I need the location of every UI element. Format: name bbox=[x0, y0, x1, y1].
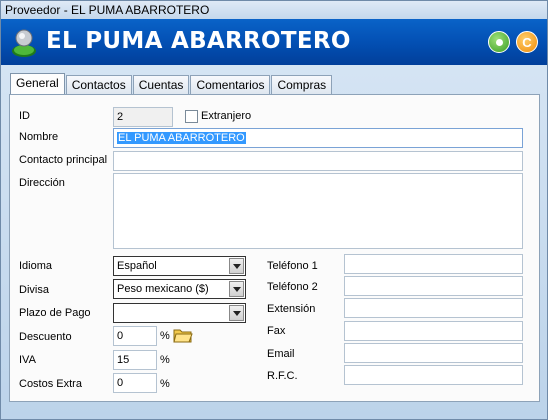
divisa-label: Divisa bbox=[19, 284, 49, 296]
window-title: Proveedor - EL PUMA ABARROTERO bbox=[5, 3, 210, 17]
chevron-down-icon[interactable] bbox=[229, 258, 244, 274]
divisa-select[interactable]: Peso mexicano ($) bbox=[113, 279, 246, 299]
title-bar[interactable]: Proveedor - EL PUMA ABARROTERO bbox=[1, 1, 547, 19]
direccion-label: Dirección bbox=[19, 177, 65, 189]
tab-cuentas[interactable]: Cuentas bbox=[132, 75, 190, 95]
green-circle-icon[interactable] bbox=[488, 31, 510, 53]
supplier-window: Proveedor - EL PUMA ABARROTERO EL PUMA A… bbox=[0, 0, 548, 420]
extension-label: Extensión bbox=[267, 303, 316, 315]
costos-label: Costos Extra bbox=[19, 378, 82, 390]
plazo-select[interactable] bbox=[113, 303, 246, 323]
nombre-value: EL PUMA ABARROTERO bbox=[117, 132, 246, 144]
rfc-field[interactable] bbox=[344, 365, 523, 385]
supplier-person-icon bbox=[12, 29, 36, 57]
general-panel: ID 2 Extranjero Nombre EL PUMA ABARROTER… bbox=[9, 94, 540, 402]
chevron-down-icon[interactable] bbox=[229, 281, 244, 297]
header-banner: EL PUMA ABARROTERO C bbox=[1, 19, 547, 65]
extension-field[interactable] bbox=[344, 298, 523, 318]
costos-percent: % bbox=[160, 378, 170, 390]
tab-contactos[interactable]: Contactos bbox=[65, 75, 132, 95]
plazo-label: Plazo de Pago bbox=[19, 307, 91, 319]
tab-strip: General Contactos Cuentas Comentarios Co… bbox=[10, 73, 333, 95]
email-label: Email bbox=[267, 348, 295, 360]
orange-refresh-icon[interactable]: C bbox=[516, 31, 538, 53]
divisa-value: Peso mexicano ($) bbox=[117, 283, 209, 295]
header-title: EL PUMA ABARROTERO bbox=[46, 28, 351, 54]
contacto-field[interactable] bbox=[113, 151, 523, 171]
iva-field[interactable]: 15 bbox=[113, 350, 157, 370]
id-label: ID bbox=[19, 110, 30, 122]
tab-general[interactable]: General bbox=[10, 73, 65, 95]
descuento-percent: % bbox=[160, 330, 170, 342]
nombre-field[interactable]: EL PUMA ABARROTERO bbox=[113, 128, 523, 148]
chevron-down-icon[interactable] bbox=[229, 305, 244, 321]
iva-percent: % bbox=[160, 354, 170, 366]
telefono1-field[interactable] bbox=[344, 254, 523, 274]
direccion-field[interactable] bbox=[113, 173, 523, 249]
iva-label: IVA bbox=[19, 354, 36, 366]
nombre-label: Nombre bbox=[19, 131, 59, 143]
rfc-label: R.F.C. bbox=[267, 370, 298, 382]
extranjero-label: Extranjero bbox=[201, 110, 252, 122]
fax-label: Fax bbox=[267, 325, 286, 337]
idioma-label: Idioma bbox=[19, 260, 53, 272]
contacto-label: Contacto principal bbox=[19, 154, 108, 166]
descuento-field[interactable]: 0 bbox=[113, 326, 157, 346]
extranjero-checkbox[interactable] bbox=[185, 110, 198, 123]
idioma-value: Español bbox=[117, 260, 157, 272]
email-field[interactable] bbox=[344, 343, 523, 363]
telefono1-label: Teléfono 1 bbox=[267, 260, 318, 272]
tab-comentarios[interactable]: Comentarios bbox=[190, 75, 271, 95]
idioma-select[interactable]: Español bbox=[113, 256, 246, 276]
tab-compras[interactable]: Compras bbox=[271, 75, 333, 95]
costos-field[interactable]: 0 bbox=[113, 373, 157, 393]
fax-field[interactable] bbox=[344, 321, 523, 341]
telefono2-label: Teléfono 2 bbox=[267, 281, 318, 293]
id-field: 2 bbox=[113, 107, 173, 127]
descuento-label: Descuento bbox=[19, 331, 72, 343]
open-folder-icon[interactable] bbox=[173, 326, 193, 344]
telefono2-field[interactable] bbox=[344, 276, 523, 296]
